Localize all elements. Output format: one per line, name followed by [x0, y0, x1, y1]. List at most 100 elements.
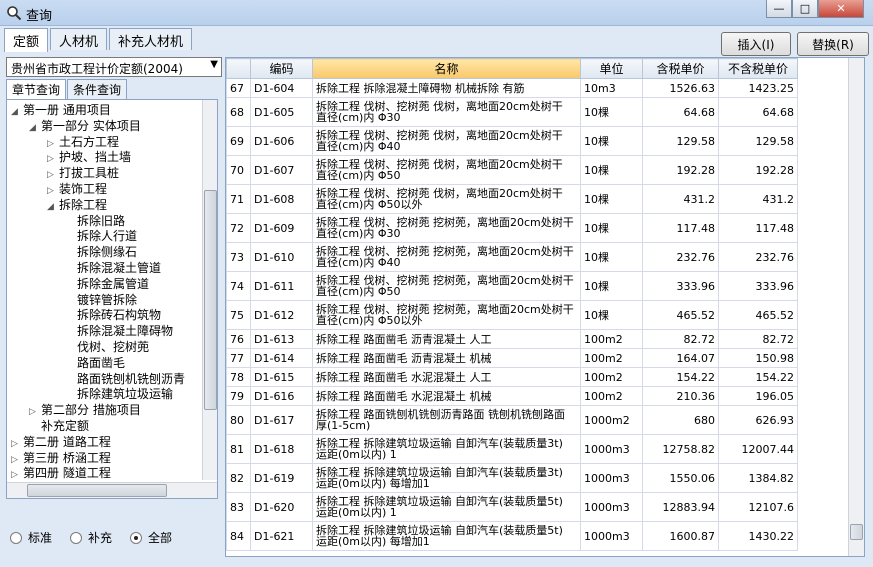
tree-node[interactable]: 拆除侧缘石: [65, 244, 137, 260]
table-row[interactable]: 78 D1-615 拆除工程 路面凿毛 水泥混凝土 人工 100m2 154.22 154…: [226, 367, 798, 387]
unit-cell[interactable]: 10m3: [580, 78, 643, 98]
tree-node[interactable]: 镀锌管拆除: [65, 292, 137, 308]
name-cell[interactable]: 拆除工程 伐树、挖树蔸 伐树，离地面20cm处树干 直径(cm)内 Φ40: [312, 126, 581, 156]
notax-price-cell[interactable]: 12007.44: [718, 434, 798, 464]
row-index-cell[interactable]: 67: [226, 78, 251, 98]
code-cell[interactable]: D1-619: [250, 463, 313, 493]
table-row[interactable]: 79 D1-616 拆除工程 路面凿毛 水泥混凝土 机械 100m2 210.36 196…: [226, 386, 798, 406]
radio-all[interactable]: 全部: [130, 529, 172, 546]
unit-cell[interactable]: 10棵: [580, 242, 643, 272]
close-button[interactable]: ✕: [818, 0, 864, 18]
code-cell[interactable]: D1-620: [250, 492, 313, 522]
col-header-name[interactable]: 名称: [312, 58, 581, 79]
expanded-arrow-icon[interactable]: ◢: [29, 120, 41, 136]
unit-cell[interactable]: 1000m3: [580, 463, 643, 493]
row-index-cell[interactable]: 81: [226, 434, 251, 464]
radio-standard[interactable]: 标准: [10, 529, 52, 546]
row-index-cell[interactable]: 73: [226, 242, 251, 272]
name-cell[interactable]: 拆除工程 伐树、挖树蔸 伐树，离地面20cm处树干 直径(cm)内 Φ50以外: [312, 184, 581, 214]
tree-node[interactable]: 补充定额: [29, 418, 89, 434]
tree-node[interactable]: ▷ 打拔工具桩: [47, 165, 119, 181]
notax-price-cell[interactable]: 232.76: [718, 242, 798, 272]
tree-node[interactable]: ▷ 第二册 道路工程: [11, 434, 111, 450]
code-cell[interactable]: D1-605: [250, 97, 313, 127]
tree-node[interactable]: 拆除混凝土障碍物: [65, 323, 173, 339]
tax-price-cell[interactable]: 117.48: [642, 213, 719, 243]
tax-price-cell[interactable]: 82.72: [642, 329, 719, 349]
tree-node[interactable]: 拆除混凝土管道: [65, 260, 161, 276]
tax-price-cell[interactable]: 164.07: [642, 348, 719, 368]
table-row[interactable]: 80 D1-617 拆除工程 路面铣刨机铣刨沥青路面 铣刨机铣刨路面 厚(1-5cm…: [226, 405, 798, 435]
tab-labor-material-machine[interactable]: 人材机: [50, 28, 108, 50]
row-index-cell[interactable]: 83: [226, 492, 251, 522]
code-cell[interactable]: D1-608: [250, 184, 313, 214]
name-cell[interactable]: 拆除工程 拆除建筑垃圾运输 自卸汽车(装载质量3t) 运距(0m以内) 1: [312, 434, 581, 464]
name-cell[interactable]: 拆除工程 拆除混凝土障碍物 机械拆除 有筋: [312, 78, 581, 98]
name-cell[interactable]: 拆除工程 拆除建筑垃圾运输 自卸汽车(装载质量3t) 运距(0m以内) 每增加1: [312, 463, 581, 493]
code-cell[interactable]: D1-618: [250, 434, 313, 464]
table-row[interactable]: 74 D1-611 拆除工程 伐树、挖树蔸 挖树蔸，离地面20cm处树干 直径(cm…: [226, 271, 798, 301]
code-cell[interactable]: D1-607: [250, 155, 313, 185]
notax-price-cell[interactable]: 196.05: [718, 386, 798, 406]
unit-cell[interactable]: 100m2: [580, 329, 643, 349]
notax-price-cell[interactable]: 1430.22: [718, 521, 798, 551]
tree-node[interactable]: 伐树、挖树蔸: [65, 339, 149, 355]
name-cell[interactable]: 拆除工程 路面凿毛 水泥混凝土 机械: [312, 386, 581, 406]
tab-condition-query[interactable]: 条件查询: [67, 79, 128, 99]
notax-price-cell[interactable]: 431.2: [718, 184, 798, 214]
tax-price-cell[interactable]: 465.52: [642, 300, 719, 330]
table-row[interactable]: 72 D1-609 拆除工程 伐树、挖树蔸 挖树蔸，离地面20cm处树干 直径(cm…: [226, 213, 798, 243]
name-cell[interactable]: 拆除工程 拆除建筑垃圾运输 自卸汽车(装载质量5t) 运距(0m以内) 1: [312, 492, 581, 522]
radio-dot[interactable]: [10, 531, 22, 544]
tree-node[interactable]: ▷ 护坡、挡土墙: [47, 149, 131, 165]
name-cell[interactable]: 拆除工程 伐树、挖树蔸 伐树，离地面20cm处树干 直径(cm)内 Φ30: [312, 97, 581, 127]
row-index-cell[interactable]: 71: [226, 184, 251, 214]
table-row[interactable]: 73 D1-610 拆除工程 伐树、挖树蔸 挖树蔸，离地面20cm处树干 直径(cm…: [226, 242, 798, 272]
col-header-index[interactable]: [226, 58, 251, 79]
tax-price-cell[interactable]: 154.22: [642, 367, 719, 387]
unit-cell[interactable]: 1000m2: [580, 405, 643, 435]
table-row[interactable]: 71 D1-608 拆除工程 伐树、挖树蔸 伐树，离地面20cm处树干 直径(cm)…: [226, 184, 798, 214]
code-cell[interactable]: D1-611: [250, 271, 313, 301]
tree-node[interactable]: 拆除旧路: [65, 213, 125, 229]
code-cell[interactable]: D1-616: [250, 386, 313, 406]
table-row[interactable]: 83 D1-620 拆除工程 拆除建筑垃圾运输 自卸汽车(装载质量5t) 运距(0m…: [226, 492, 798, 522]
tree-node[interactable]: ◢ 第一部分 实体项目: [29, 118, 141, 134]
table-row[interactable]: 75 D1-612 拆除工程 伐树、挖树蔸 挖树蔸，离地面20cm处树干 直径(cm…: [226, 300, 798, 330]
row-index-cell[interactable]: 78: [226, 367, 251, 387]
maximize-button[interactable]: □: [792, 0, 818, 18]
col-header-code[interactable]: 编码: [250, 58, 313, 79]
tax-price-cell[interactable]: 12758.82: [642, 434, 719, 464]
notax-price-cell[interactable]: 333.96: [718, 271, 798, 301]
tax-price-cell[interactable]: 192.28: [642, 155, 719, 185]
table-row[interactable]: 70 D1-607 拆除工程 伐树、挖树蔸 伐树，离地面20cm处树干 直径(cm)…: [226, 155, 798, 185]
row-index-cell[interactable]: 77: [226, 348, 251, 368]
tree-node[interactable]: ▷ 第四册 隧道工程: [11, 465, 111, 481]
row-index-cell[interactable]: 84: [226, 521, 251, 551]
unit-cell[interactable]: 100m2: [580, 367, 643, 387]
expanded-arrow-icon[interactable]: ◢: [47, 199, 59, 215]
table-row[interactable]: 69 D1-606 拆除工程 伐树、挖树蔸 伐树，离地面20cm处树干 直径(cm)…: [226, 126, 798, 156]
tree-node[interactable]: ▷ 第二部分 措施项目: [29, 402, 141, 418]
quota-library-select[interactable]: 贵州省市政工程计价定额(2004) ▼: [6, 57, 222, 77]
unit-cell[interactable]: 10棵: [580, 97, 643, 127]
row-index-cell[interactable]: 74: [226, 271, 251, 301]
table-row[interactable]: 76 D1-613 拆除工程 路面凿毛 沥青混凝土 人工 100m2 82.72 82.7…: [226, 329, 798, 349]
row-index-cell[interactable]: 70: [226, 155, 251, 185]
unit-cell[interactable]: 10棵: [580, 300, 643, 330]
name-cell[interactable]: 拆除工程 路面凿毛 沥青混凝土 机械: [312, 348, 581, 368]
row-index-cell[interactable]: 76: [226, 329, 251, 349]
row-index-cell[interactable]: 68: [226, 97, 251, 127]
tree-horizontal-scrollbar[interactable]: [7, 482, 217, 498]
name-cell[interactable]: 拆除工程 路面凿毛 沥青混凝土 人工: [312, 329, 581, 349]
table-row[interactable]: 68 D1-605 拆除工程 伐树、挖树蔸 伐树，离地面20cm处树干 直径(cm)…: [226, 97, 798, 127]
code-cell[interactable]: D1-612: [250, 300, 313, 330]
tax-price-cell[interactable]: 210.36: [642, 386, 719, 406]
table-vertical-scrollbar[interactable]: [848, 58, 864, 556]
notax-price-cell[interactable]: 150.98: [718, 348, 798, 368]
name-cell[interactable]: 拆除工程 伐树、挖树蔸 挖树蔸，离地面20cm处树干 直径(cm)内 Φ50以外: [312, 300, 581, 330]
notax-price-cell[interactable]: 626.93: [718, 405, 798, 435]
code-cell[interactable]: D1-614: [250, 348, 313, 368]
notax-price-cell[interactable]: 192.28: [718, 155, 798, 185]
unit-cell[interactable]: 10棵: [580, 155, 643, 185]
